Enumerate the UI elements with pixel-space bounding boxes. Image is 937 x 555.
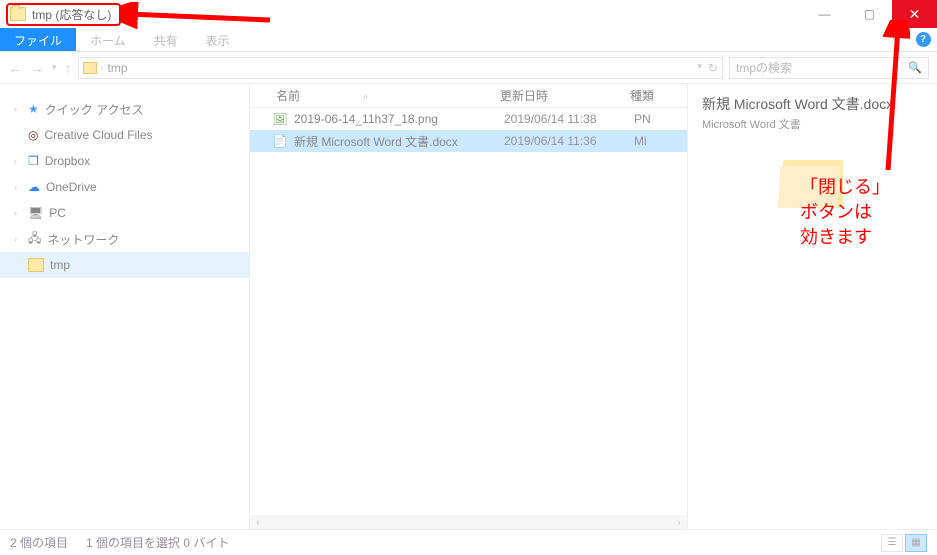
tab-home[interactable]: ホーム: [76, 28, 140, 51]
tree-label: ネットワーク: [47, 231, 119, 248]
help-button[interactable]: ?: [909, 28, 937, 51]
folder-thumbnail: [779, 150, 847, 208]
body: › ★ クイック アクセス ◎ Creative Cloud Files › ❒…: [0, 84, 937, 529]
minimize-button[interactable]: —: [802, 0, 847, 28]
breadcrumb-segment[interactable]: tmp: [108, 61, 128, 75]
ribbon: ファイル ホーム 共有 表示 v ?: [0, 28, 937, 52]
view-toggle: ☰ ▦: [881, 534, 927, 552]
sort-caret-icon: ˄: [363, 93, 368, 102]
view-icons-button[interactable]: ▦: [905, 534, 927, 552]
file-list: 名前 ˄ 更新日時 種類 🖼 2019-06-14_11h37_18.png 2…: [250, 84, 687, 529]
tree-network[interactable]: › 🖧 ネットワーク: [0, 226, 249, 252]
quick-access-icon: ★: [28, 102, 39, 116]
view-details-button[interactable]: ☰: [881, 534, 903, 552]
window-title: tmp (応答なし): [32, 6, 111, 23]
address-dropdown[interactable]: ▾: [697, 61, 702, 75]
chevron-right-icon: ›: [14, 208, 22, 218]
file-name: 新規 Microsoft Word 文書.docx: [294, 133, 504, 150]
tab-file[interactable]: ファイル: [0, 28, 76, 51]
chevron-right-icon: ›: [14, 104, 22, 114]
file-row[interactable]: 📄 新規 Microsoft Word 文書.docx 2019/06/14 1…: [250, 130, 687, 152]
address-bar[interactable]: › tmp ▾ ↻: [78, 57, 723, 79]
col-name[interactable]: 名前 ˄: [250, 87, 500, 104]
folder-icon: [10, 7, 26, 21]
status-selection: 1 個の項目を選択 0 バイト: [86, 534, 229, 551]
main-pane: 名前 ˄ 更新日時 種類 🖼 2019-06-14_11h37_18.png 2…: [250, 84, 937, 529]
breadcrumb-chevron: ›: [101, 63, 104, 73]
nav-arrows: ← → ▾ ↑: [8, 60, 72, 76]
tree-label: クイック アクセス: [45, 101, 144, 118]
chevron-right-icon: ›: [14, 234, 22, 244]
tree-onedrive[interactable]: › ☁ OneDrive: [0, 174, 249, 200]
maximize-button[interactable]: ▢: [847, 0, 892, 28]
back-button[interactable]: ←: [8, 60, 22, 76]
col-name-label: 名前: [276, 89, 300, 103]
titlebar: tmp (応答なし) — ▢ ✕: [0, 0, 937, 28]
word-file-icon: 📄: [272, 134, 288, 148]
refresh-button[interactable]: ↻: [708, 61, 718, 75]
file-type: Mi: [634, 134, 684, 148]
col-modified[interactable]: 更新日時: [500, 87, 630, 104]
tree-label: Creative Cloud Files: [44, 128, 152, 142]
file-date: 2019/06/14 11:36: [504, 134, 634, 148]
details-title: 新規 Microsoft Word 文書.docx: [702, 94, 923, 114]
tree-label: Dropbox: [45, 154, 90, 168]
tree-pc[interactable]: › 🖥 PC: [0, 200, 249, 226]
file-name: 2019-06-14_11h37_18.png: [294, 112, 504, 126]
forward-button[interactable]: →: [30, 60, 44, 76]
up-button[interactable]: ↑: [65, 60, 72, 76]
dropbox-icon: ❒: [28, 154, 39, 168]
ribbon-expand-button[interactable]: v: [881, 28, 909, 51]
tree-quick-access[interactable]: › ★ クイック アクセス: [0, 96, 249, 122]
tree-label: PC: [49, 206, 66, 220]
nav-row: ← → ▾ ↑ › tmp ▾ ↻ tmpの検索 🔍: [0, 52, 937, 84]
pc-icon: 🖥: [28, 206, 43, 220]
network-icon: 🖧: [28, 229, 41, 250]
help-icon: ?: [916, 32, 931, 47]
file-type: PN: [634, 112, 684, 126]
window-controls: — ▢ ✕: [802, 0, 937, 28]
search-icon: 🔍: [908, 61, 922, 74]
search-input[interactable]: tmpの検索 🔍: [729, 57, 929, 79]
onedrive-icon: ☁: [28, 180, 40, 194]
details-type: Microsoft Word 文書: [702, 116, 923, 132]
folder-icon: [83, 62, 97, 74]
status-bar: 2 個の項目 1 個の項目を選択 0 バイト ☰ ▦: [0, 529, 937, 555]
chevron-right-icon: ›: [14, 182, 22, 192]
tree-tmp[interactable]: tmp: [0, 252, 249, 278]
tab-share[interactable]: 共有: [140, 28, 192, 51]
scroll-right-icon[interactable]: ›: [671, 517, 687, 527]
tree-dropbox[interactable]: › ❒ Dropbox: [0, 148, 249, 174]
chevron-right-icon: ›: [14, 156, 22, 166]
file-row[interactable]: 🖼 2019-06-14_11h37_18.png 2019/06/14 11:…: [250, 108, 687, 130]
tab-view[interactable]: 表示: [192, 28, 244, 51]
tree-creative-cloud[interactable]: ◎ Creative Cloud Files: [0, 122, 249, 148]
tree-label: OneDrive: [46, 180, 97, 194]
column-headers: 名前 ˄ 更新日時 種類: [250, 84, 687, 108]
scroll-left-icon[interactable]: ‹: [250, 517, 266, 527]
status-count: 2 個の項目: [10, 534, 68, 551]
nav-tree: › ★ クイック アクセス ◎ Creative Cloud Files › ❒…: [0, 84, 250, 529]
address-actions: ▾ ↻: [697, 61, 718, 75]
search-placeholder: tmpの検索: [736, 59, 792, 76]
window-title-group: tmp (応答なし): [6, 3, 121, 26]
folder-icon: [28, 258, 44, 272]
image-file-icon: 🖼: [272, 112, 288, 126]
history-dropdown[interactable]: ▾: [52, 62, 57, 73]
col-type[interactable]: 種類: [630, 87, 680, 104]
file-date: 2019/06/14 11:38: [504, 112, 634, 126]
creative-cloud-icon: ◎: [28, 128, 38, 142]
horizontal-scrollbar[interactable]: ‹ ›: [250, 515, 687, 529]
close-button[interactable]: ✕: [892, 0, 937, 28]
details-pane: 新規 Microsoft Word 文書.docx Microsoft Word…: [687, 84, 937, 529]
tree-label: tmp: [50, 258, 70, 272]
